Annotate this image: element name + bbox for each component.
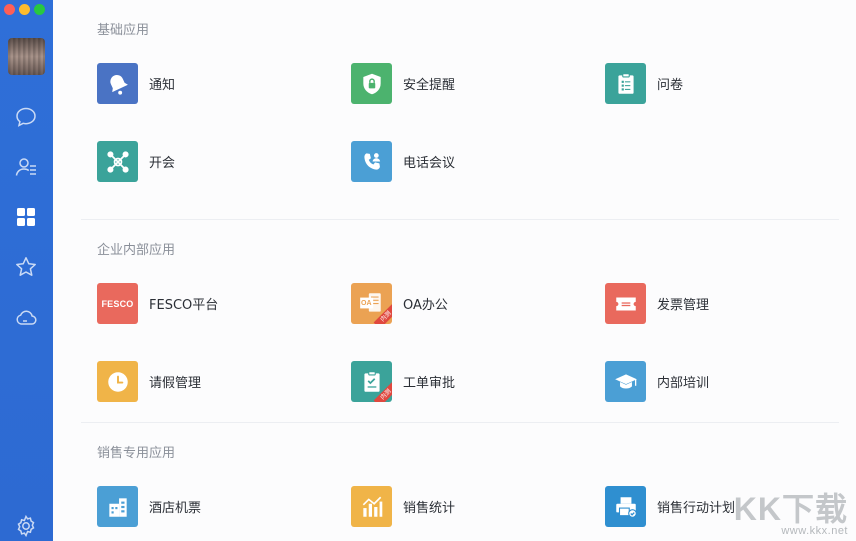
app-label: FESCO平台 — [149, 298, 219, 313]
maximize-window-button[interactable] — [34, 4, 45, 15]
app-label: 销售统计 — [403, 501, 456, 516]
app-notification[interactable]: 通知 — [97, 63, 175, 104]
user-avatar[interactable] — [8, 38, 45, 75]
app-label: 销售行动计划 — [657, 501, 736, 516]
app-label: 请假管理 — [149, 376, 202, 391]
settings-gear-icon[interactable] — [13, 513, 39, 539]
app-internal-training[interactable]: 内部培训 — [605, 361, 709, 402]
clipboard-icon — [605, 63, 646, 104]
minimize-window-button[interactable] — [19, 4, 30, 15]
app-label: 酒店机票 — [149, 501, 202, 516]
app-fesco-platform[interactable]: FESCO FESCO平台 — [97, 283, 218, 324]
contacts-icon[interactable] — [13, 154, 39, 180]
bell-icon — [97, 63, 138, 104]
app-label: 安全提醒 — [403, 78, 456, 93]
sidebar — [0, 0, 53, 541]
phone-conference-icon — [351, 141, 392, 182]
app-label: 通知 — [149, 78, 176, 93]
app-label: 工单审批 — [403, 376, 456, 391]
section-divider — [81, 422, 839, 423]
printer-check-icon — [605, 486, 646, 527]
hotel-building-icon — [97, 486, 138, 527]
apps-grid-icon[interactable] — [13, 204, 39, 230]
section-title-basic: 基础应用 — [97, 23, 150, 38]
app-label: 问卷 — [657, 78, 684, 93]
app-work-order-approval[interactable]: 内测 工单审批 — [351, 361, 455, 402]
app-label: 开会 — [149, 156, 176, 171]
checklist-icon: 内测 — [351, 361, 392, 402]
app-security-alert[interactable]: 安全提醒 — [351, 63, 455, 104]
clock-icon — [97, 361, 138, 402]
app-oa-office[interactable]: OA 内测 OA办公 — [351, 283, 448, 324]
oa-document-icon: OA 内测 — [351, 283, 392, 324]
app-sales-statistics[interactable]: 销售统计 — [351, 486, 455, 527]
window-controls — [4, 4, 45, 15]
app-leave-management[interactable]: 请假管理 — [97, 361, 201, 402]
star-icon[interactable] — [13, 254, 39, 280]
section-divider — [81, 219, 839, 220]
app-label: 内部培训 — [657, 376, 710, 391]
app-survey[interactable]: 问卷 — [605, 63, 683, 104]
shield-lock-icon — [351, 63, 392, 104]
app-label: 电话会议 — [403, 156, 456, 171]
ticket-icon — [605, 283, 646, 324]
graduation-cap-icon — [605, 361, 646, 402]
section-title-internal: 企业内部应用 — [97, 243, 176, 258]
meeting-network-icon — [97, 141, 138, 182]
watermark-logo-text: KK下载 — [733, 491, 848, 527]
chat-bubble-icon[interactable] — [13, 104, 39, 130]
bar-chart-icon — [351, 486, 392, 527]
app-invoice-management[interactable]: 发票管理 — [605, 283, 709, 324]
app-meeting[interactable]: 开会 — [97, 141, 175, 182]
fesco-logo-icon: FESCO — [97, 283, 138, 324]
app-hotel-flight[interactable]: 酒店机票 — [97, 486, 201, 527]
app-label: OA办公 — [403, 298, 448, 313]
section-title-sales: 销售专用应用 — [97, 446, 176, 461]
app-label: 发票管理 — [657, 298, 710, 313]
close-window-button[interactable] — [4, 4, 15, 15]
app-phone-conference[interactable]: 电话会议 — [351, 141, 455, 182]
app-sales-action-plan[interactable]: 销售行动计划 — [605, 486, 735, 527]
site-watermark: KK下载 www.kkx.net — [734, 493, 848, 537]
cloud-icon[interactable] — [13, 304, 39, 330]
app-center-main: 基础应用 通知 安全提醒 问卷 开会 电话会议 企业内部应用 FESCO FES… — [53, 0, 856, 541]
